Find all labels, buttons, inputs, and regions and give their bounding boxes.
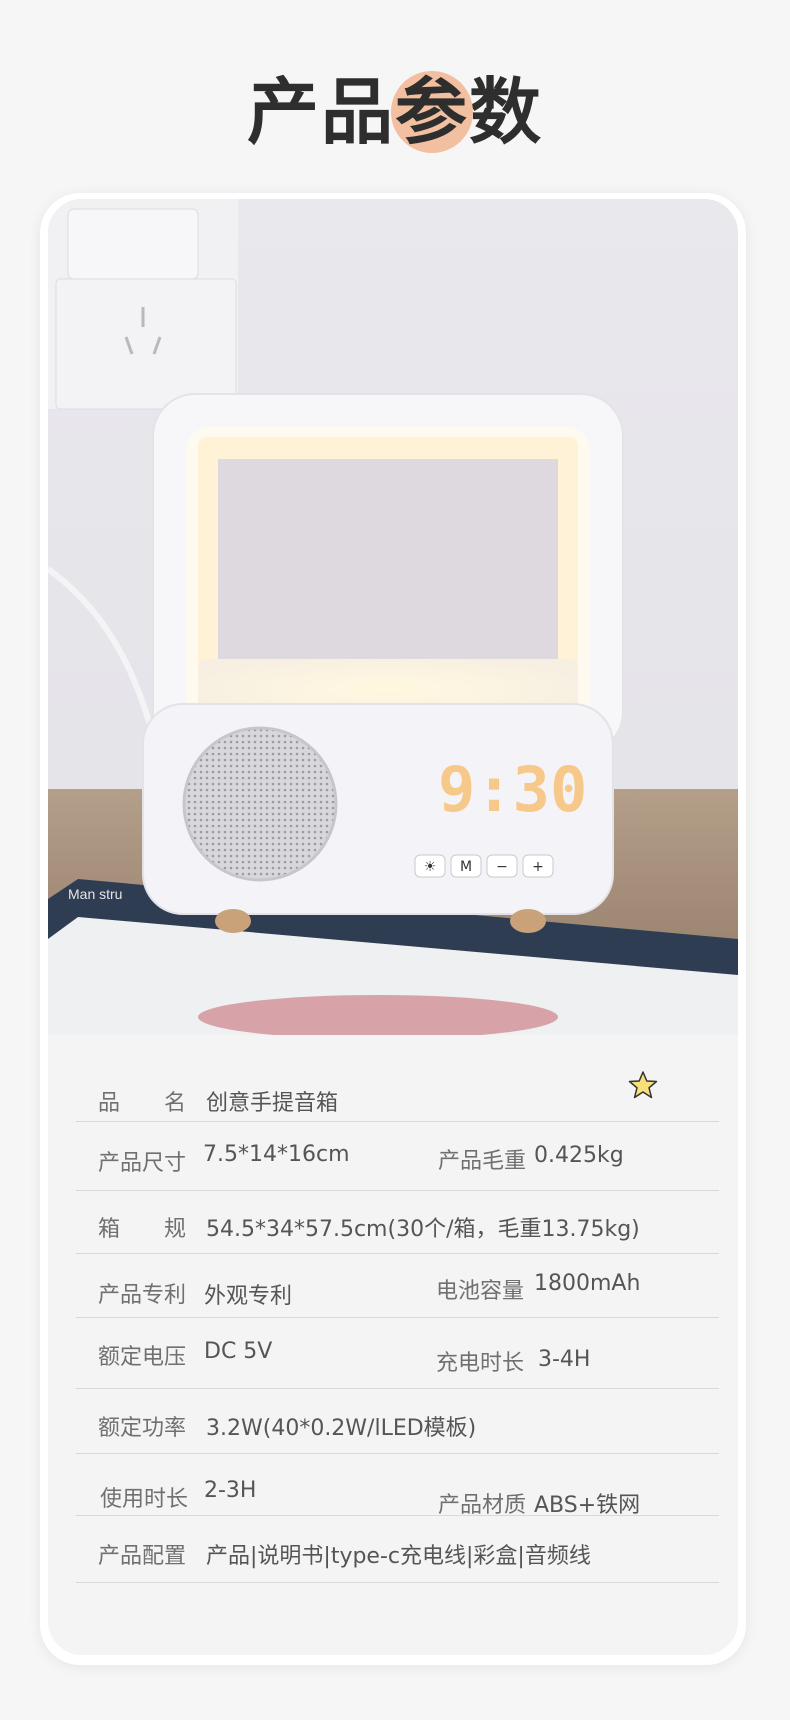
value-voltage: DC 5V [204, 1339, 273, 1364]
value-charge-time: 3-4H [538, 1347, 591, 1372]
light-button-label: ☀ [424, 859, 437, 875]
title-highlight: 参 [395, 62, 469, 162]
page-title: 产品参数 [0, 62, 790, 162]
value-product-name: 创意手提音箱 [206, 1091, 339, 1116]
divider [76, 1253, 719, 1254]
plus-button-label: + [532, 859, 544, 875]
divider [76, 1121, 719, 1122]
value-battery: 1800mAh [534, 1271, 641, 1296]
spec-card-inner: Man stru 9:30 ☀ M − + 品 名 创意手提音箱 产品尺寸 7.… [48, 199, 738, 1655]
divider [76, 1317, 719, 1318]
divider [76, 1515, 719, 1516]
value-package: 产品|说明书|type-c充电线|彩盒|音频线 [206, 1544, 591, 1569]
divider [76, 1190, 719, 1191]
label-charge-time: 充电时长 [436, 1351, 525, 1376]
label-package: 产品配置 [98, 1544, 187, 1569]
divider [76, 1388, 719, 1389]
product-illustration: Man stru 9:30 ☀ M − + [48, 199, 738, 1035]
spec-table: 品 名 创意手提音箱 产品尺寸 7.5*14*16cm 产品毛重 0.425kg… [48, 1035, 738, 1655]
title-part1: 产品 [246, 70, 395, 154]
divider [76, 1453, 719, 1454]
title-part2: 数 [469, 70, 544, 154]
label-battery: 电池容量 [436, 1279, 525, 1304]
value-usage-time: 2-3H [204, 1478, 257, 1503]
spec-card: Man stru 9:30 ☀ M − + 品 名 创意手提音箱 产品尺寸 7.… [40, 193, 746, 1665]
divider [76, 1582, 719, 1583]
product-photo: Man stru 9:30 ☀ M − + [48, 199, 738, 1035]
label-power: 额定功率 [98, 1416, 187, 1441]
label-size: 产品尺寸 [98, 1151, 187, 1176]
value-carton: 54.5*34*57.5cm(30个/箱，毛重13.75kg) [206, 1217, 640, 1242]
book-text: Man stru [68, 886, 122, 902]
value-weight: 0.425kg [534, 1143, 624, 1168]
value-power: 3.2W(40*0.2W/lLED模板) [206, 1416, 477, 1441]
label-patent: 产品专利 [98, 1283, 187, 1308]
clock-display: 9:30 [438, 753, 587, 826]
label-voltage: 额定电压 [98, 1345, 187, 1370]
mode-button-label: M [460, 859, 472, 875]
star-icon [628, 1070, 658, 1104]
label-weight: 产品毛重 [438, 1149, 527, 1174]
value-size: 7.5*14*16cm [203, 1142, 350, 1167]
label-carton: 箱 规 [98, 1217, 187, 1242]
label-product-name: 品 名 [98, 1091, 187, 1116]
minus-button-label: − [496, 859, 508, 875]
label-usage-time: 使用时长 [100, 1487, 189, 1512]
value-patent: 外观专利 [204, 1284, 293, 1309]
